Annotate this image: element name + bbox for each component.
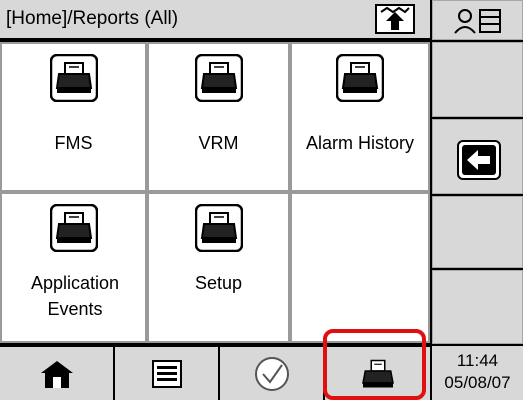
side-button-3[interactable] (432, 196, 523, 268)
list-button[interactable] (115, 347, 218, 400)
home-icon (40, 360, 73, 388)
bottom-toolbar (0, 345, 430, 400)
back-arrow-icon (457, 140, 501, 180)
header-bar: [Home]/Reports (All) (0, 0, 430, 40)
breadcrumb: [Home]/Reports (All) (6, 8, 179, 29)
checkmark-icon (254, 356, 289, 391)
right-panel: 11:44 05/08/07 (432, 0, 523, 400)
clock-time: 11:44 (456, 351, 499, 370)
tile-fms[interactable]: FMS (0, 42, 147, 192)
tile-label: Setup (194, 273, 243, 293)
navigate-up-button[interactable] (375, 4, 415, 34)
tile-empty (290, 192, 430, 343)
tile-application-events[interactable]: Application Events (0, 192, 147, 343)
clock-date: 05/08/07 (444, 373, 511, 392)
acknowledge-button[interactable] (220, 347, 323, 400)
tile-setup[interactable]: Setup (147, 192, 290, 343)
clock-display: 11:44 05/08/07 (432, 346, 523, 400)
tile-label: FMS (54, 133, 93, 153)
print-button[interactable] (325, 347, 430, 400)
tile-label: VRM (198, 133, 239, 153)
tile-alarm-history[interactable]: Alarm History (290, 42, 430, 192)
report-grid: FMS VRM Alarm History Application Events… (0, 42, 430, 343)
printer-icon (336, 54, 384, 102)
tile-label: Alarm History (305, 133, 414, 153)
printer-icon (194, 54, 243, 102)
up-arrow-icon (380, 6, 410, 30)
home-button[interactable] (0, 347, 113, 400)
printer-icon (361, 359, 394, 387)
printer-icon (49, 54, 98, 102)
user-list-button[interactable] (432, 0, 523, 40)
user-list-icon (454, 9, 501, 34)
list-icon (151, 359, 182, 388)
printer-icon (49, 204, 98, 252)
side-button-1[interactable] (432, 42, 523, 117)
printer-icon (194, 204, 243, 252)
tile-vrm[interactable]: VRM (147, 42, 290, 192)
side-button-4[interactable] (432, 270, 523, 344)
back-button[interactable] (432, 119, 523, 194)
tile-label: Application Events (30, 273, 120, 319)
